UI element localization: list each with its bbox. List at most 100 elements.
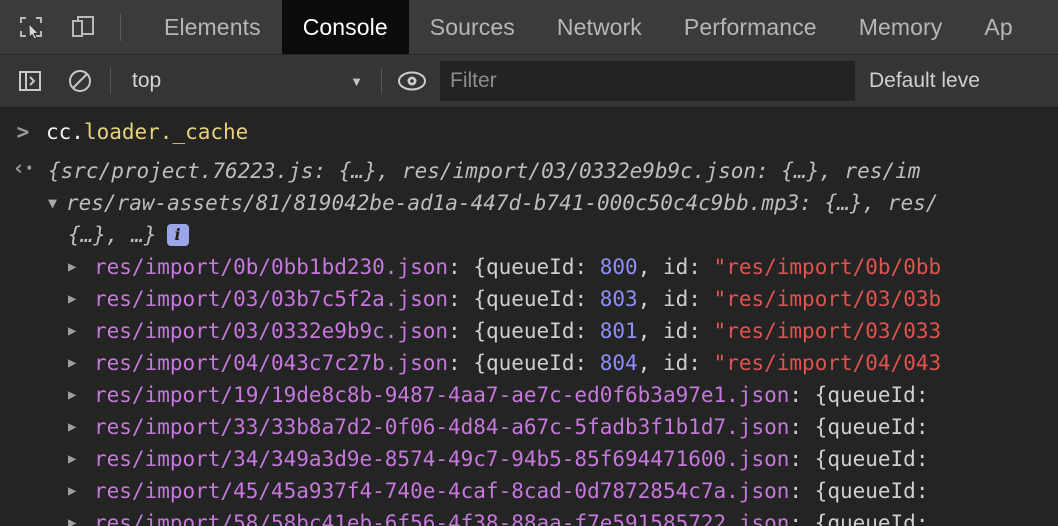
live-expression-eye-icon[interactable] (392, 61, 432, 101)
execution-context-value: top (132, 69, 161, 93)
filter-placeholder: Filter (450, 69, 497, 93)
property-name[interactable]: res/import/34/349a3d9e-8574-49c7-94b5-85… (94, 447, 789, 471)
expand-triangle-closed-icon[interactable]: ▶ (68, 515, 86, 526)
devtools-tabbar: Elements Console Sources Network Perform… (0, 0, 1058, 55)
log-level-selector[interactable]: Default leve (869, 69, 980, 93)
toolbar-divider-1 (110, 68, 111, 94)
property-name[interactable]: res/import/03/0332e9b9c.json (94, 319, 448, 343)
property-queue-id: 804 (600, 351, 638, 375)
prompt-glyph: > (17, 120, 30, 144)
property-id-value: "res/import/03/03b (714, 287, 942, 311)
property-name[interactable]: res/import/04/043c7c27b.json (94, 351, 448, 375)
tab-network-label: Network (557, 14, 642, 41)
log-level-label: Default leve (869, 69, 980, 92)
console-sidebar-toggle-icon[interactable] (10, 61, 50, 101)
property-colon: : (789, 447, 814, 471)
property-id-label: , id: (638, 351, 714, 375)
console-toolbar: top ▼ Filter Default leve (0, 55, 1058, 108)
property-open-brace: {queueId: (473, 351, 599, 375)
property-open-brace: {queueId: (815, 383, 929, 407)
table-row[interactable]: ▶ res/import/04/043c7c27b.json: {queueId… (0, 347, 1058, 379)
table-row[interactable]: ▶ res/import/58/58bc41eb-6f56-4f38-88aa-… (0, 507, 1058, 526)
expand-triangle-closed-icon[interactable]: ▶ (68, 419, 86, 435)
expression-property: loader._cache (84, 120, 248, 144)
expand-triangle-closed-icon[interactable]: ▶ (68, 451, 86, 467)
tab-performance-label: Performance (684, 14, 817, 41)
table-row[interactable]: ▶ res/import/34/349a3d9e-8574-49c7-94b5-… (0, 443, 1058, 475)
expand-triangle-closed-icon[interactable]: ▶ (68, 387, 86, 403)
table-row[interactable]: ▶ res/import/45/45a937f4-740e-4caf-8cad-… (0, 475, 1058, 507)
property-open-brace: {queueId: (473, 255, 599, 279)
expand-triangle-closed-icon[interactable]: ▶ (68, 323, 86, 339)
filter-input[interactable]: Filter (440, 61, 855, 101)
property-name[interactable]: res/import/33/33b8a7d2-0f06-4d84-a67c-5f… (94, 415, 789, 439)
object-preview-line-3-row: {…}, …} i (0, 219, 1058, 251)
object-preview-line-2-row[interactable]: ▼ res/raw-assets/81/819042be-ad1a-447d-b… (0, 187, 1058, 219)
devtools-window: Elements Console Sources Network Perform… (0, 0, 1058, 526)
tab-application-label: Ap (984, 14, 1012, 41)
property-name[interactable]: res/import/0b/0bb1bd230.json (94, 255, 448, 279)
property-name[interactable]: res/import/03/03b7c5f2a.json (94, 287, 448, 311)
property-queue-id: 800 (600, 255, 638, 279)
tab-application[interactable]: Ap (963, 0, 1033, 54)
tab-performance[interactable]: Performance (663, 0, 838, 54)
property-id-value: "res/import/03/033 (714, 319, 942, 343)
object-preview-line-2: res/raw-assets/81/819042be-ad1a-447d-b74… (66, 187, 938, 219)
property-id-label: , id: (638, 287, 714, 311)
property-colon: : (789, 383, 814, 407)
table-row[interactable]: ▶ res/import/19/19de8c8b-9487-4aa7-ae7c-… (0, 379, 1058, 411)
console-output-area[interactable]: > cc.loader._cache ‹· {src/project.76223… (0, 109, 1058, 526)
property-id-value: "res/import/04/043 (714, 351, 942, 375)
expand-triangle-closed-icon[interactable]: ▶ (68, 483, 86, 499)
table-row[interactable]: ▶ res/import/0b/0bb1bd230.json: {queueId… (0, 251, 1058, 283)
expand-triangle-open-icon[interactable]: ▼ (48, 187, 66, 219)
property-name[interactable]: res/import/58/58bc41eb-6f56-4f38-88aa-f7… (94, 511, 789, 526)
property-id-value: "res/import/0b/0bb (714, 255, 942, 279)
expand-triangle-closed-icon[interactable]: ▶ (68, 291, 86, 307)
property-colon: : (448, 319, 473, 343)
property-open-brace: {queueId: (473, 287, 599, 311)
tab-console-label: Console (303, 14, 388, 41)
property-open-brace: {queueId: (815, 447, 929, 471)
tab-memory-label: Memory (859, 14, 943, 41)
tabbar-tool-icons (0, 0, 100, 54)
property-colon: : (448, 351, 473, 375)
tab-elements[interactable]: Elements (143, 0, 282, 54)
property-colon: : (789, 415, 814, 439)
clear-console-icon[interactable] (60, 61, 100, 101)
property-colon: : (789, 479, 814, 503)
console-input-expression: cc.loader._cache (46, 120, 248, 144)
console-input-line: > cc.loader._cache (0, 109, 1058, 151)
property-colon: : (789, 511, 814, 526)
toolbar-divider-2 (381, 68, 382, 94)
object-preview-line-3: {…}, …} (68, 219, 157, 251)
info-badge-icon[interactable]: i (167, 224, 189, 246)
object-preview-line-1[interactable]: {src/project.76223.js: {…}, res/import/0… (46, 155, 920, 187)
console-result-line: ‹· {src/project.76223.js: {…}, res/impor… (0, 151, 1058, 187)
table-row[interactable]: ▶ res/import/03/03b7c5f2a.json: {queueId… (0, 283, 1058, 315)
table-row[interactable]: ▶ res/import/03/0332e9b9c.json: {queueId… (0, 315, 1058, 347)
return-glyph: ‹· (12, 156, 33, 180)
property-open-brace: {queueId: (473, 319, 599, 343)
property-name[interactable]: res/import/19/19de8c8b-9487-4aa7-ae7c-ed… (94, 383, 789, 407)
property-open-brace: {queueId: (815, 415, 929, 439)
table-row[interactable]: ▶ res/import/33/33b8a7d2-0f06-4d84-a67c-… (0, 411, 1058, 443)
device-toolbar-icon[interactable] (66, 10, 100, 44)
input-prompt-arrow-icon: > (0, 119, 46, 144)
property-queue-id: 801 (600, 319, 638, 343)
property-colon: : (448, 255, 473, 279)
expand-triangle-closed-icon[interactable]: ▶ (68, 259, 86, 275)
tab-memory[interactable]: Memory (838, 0, 964, 54)
object-property-list: ▶ res/import/0b/0bb1bd230.json: {queueId… (0, 251, 1058, 526)
property-open-brace: {queueId: (815, 511, 929, 526)
tab-sources[interactable]: Sources (409, 0, 536, 54)
result-return-arrow-icon: ‹· (0, 155, 46, 180)
inspect-element-icon[interactable] (14, 10, 48, 44)
execution-context-selector[interactable]: top ▼ (121, 62, 371, 100)
property-name[interactable]: res/import/45/45a937f4-740e-4caf-8cad-0d… (94, 479, 789, 503)
tab-network[interactable]: Network (536, 0, 663, 54)
expand-triangle-closed-icon[interactable]: ▶ (68, 355, 86, 371)
property-queue-id: 803 (600, 287, 638, 311)
tab-elements-label: Elements (164, 14, 261, 41)
tab-console[interactable]: Console (282, 0, 409, 54)
